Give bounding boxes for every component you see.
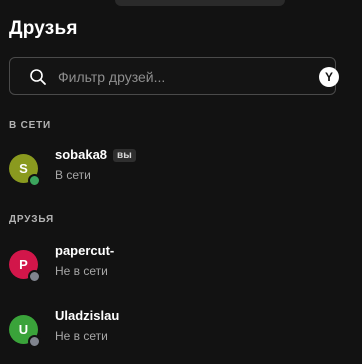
section-header-online: В СЕТИ [9,120,51,131]
you-badge: вы [113,149,136,162]
offline-status-icon [28,335,41,348]
friend-row[interactable]: P papercut- Не в сети [0,243,362,298]
friend-status: Не в сети [55,329,108,343]
shortcut-badge: Y [319,67,339,87]
friend-name-row: sobaka8 вы [55,147,136,162]
search-icon [29,68,47,86]
online-status-icon [28,174,41,187]
search-input[interactable] [58,66,298,88]
search-box[interactable]: Y [9,57,339,95]
friend-row[interactable]: U Uladzislau Не в сети [0,308,362,363]
avatar-initial: P [19,257,28,272]
section-header-friends: ДРУЗЬЯ [9,214,54,225]
offline-status-icon [28,270,41,283]
friend-status: В сети [55,168,91,182]
drag-handle[interactable] [115,0,285,6]
friends-panel: Друзья Y В СЕТИ S sobaka8 вы В сети ДРУЗЬ… [0,0,362,364]
friend-name-row: papercut- [55,243,114,258]
friend-row[interactable]: S sobaka8 вы В сети [0,147,362,202]
friend-name: Uladzislau [55,308,120,323]
friend-name: papercut- [55,243,115,258]
friend-name: sobaka8 [55,147,108,162]
friend-name-row: Uladzislau [55,308,119,323]
avatar-initial: U [18,322,29,337]
page-title: Друзья [9,18,78,39]
friend-status: Не в сети [55,264,108,278]
avatar-initial: S [19,161,28,176]
